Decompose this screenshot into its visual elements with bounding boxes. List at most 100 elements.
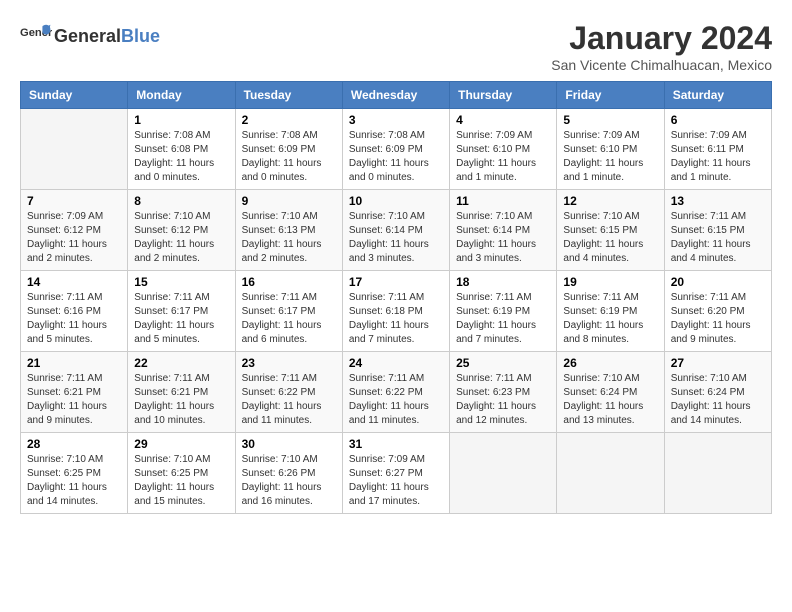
- day-number: 5: [563, 113, 657, 127]
- calendar-cell: 21Sunrise: 7:11 AMSunset: 6:21 PMDayligh…: [21, 352, 128, 433]
- calendar-body: 1 Sunrise: 7:08 AMSunset: 6:08 PMDaylight…: [21, 109, 772, 514]
- calendar-cell: 17 Sunrise: 7:11 AMSunset: 6:18 PMDayligh…: [342, 271, 449, 352]
- calendar-cell: 5 Sunrise: 7:09 AMSunset: 6:10 PMDaylight…: [557, 109, 664, 190]
- calendar-week-row: 21Sunrise: 7:11 AMSunset: 6:21 PMDayligh…: [21, 352, 772, 433]
- day-info: Sunrise: 7:11 AMSunset: 6:19 PMDaylight:…: [456, 291, 550, 347]
- day-number: 22: [134, 356, 228, 370]
- calendar-cell: 24 Sunrise: 7:11 AMSunset: 6:22 PMDayligh…: [342, 352, 449, 433]
- calendar-week-row: 14 Sunrise: 7:11 AMSunset: 6:16 PMDayligh…: [21, 271, 772, 352]
- day-info: Sunrise: 7:10 AMSunset: 6:26 PMDaylight:…: [242, 453, 336, 509]
- calendar-cell: 2Sunrise: 7:08 AMSunset: 6:09 PMDaylight…: [235, 109, 342, 190]
- day-number: 27: [671, 356, 765, 370]
- day-number: 3: [349, 113, 443, 127]
- day-info: Sunrise: 7:10 AMSunset: 6:14 PMDaylight:…: [456, 210, 550, 266]
- day-info: Sunrise: 7:08 AMSunset: 6:08 PMDaylight:…: [134, 129, 228, 185]
- day-info: Sunrise: 7:10 AMSunset: 6:25 PMDaylight:…: [27, 453, 121, 509]
- calendar-cell: [664, 433, 771, 514]
- day-number: 23: [242, 356, 336, 370]
- calendar-cell: [450, 433, 557, 514]
- day-info: Sunrise: 7:08 AMSunset: 6:09 PMDaylight:…: [242, 129, 336, 185]
- day-info: Sunrise: 7:11 AMSunset: 6:18 PMDaylight:…: [349, 291, 443, 347]
- month-year: January 2024: [551, 20, 772, 57]
- day-number: 17: [349, 275, 443, 289]
- calendar-cell: [21, 109, 128, 190]
- calendar-cell: 12 Sunrise: 7:10 AMSunset: 6:15 PMDayligh…: [557, 190, 664, 271]
- day-info: Sunrise: 7:10 AMSunset: 6:13 PMDaylight:…: [242, 210, 336, 266]
- calendar-cell: 3 Sunrise: 7:08 AMSunset: 6:09 PMDaylight…: [342, 109, 449, 190]
- day-info: Sunrise: 7:09 AMSunset: 6:27 PMDaylight:…: [349, 453, 443, 509]
- weekday-header-row: SundayMondayTuesdayWednesdayThursdayFrid…: [21, 82, 772, 109]
- calendar-cell: 30Sunrise: 7:10 AMSunset: 6:26 PMDayligh…: [235, 433, 342, 514]
- day-number: 31: [349, 437, 443, 451]
- day-number: 28: [27, 437, 121, 451]
- weekday-header-cell: Sunday: [21, 82, 128, 109]
- weekday-header-cell: Wednesday: [342, 82, 449, 109]
- calendar-cell: 23 Sunrise: 7:11 AMSunset: 6:22 PMDayligh…: [235, 352, 342, 433]
- day-number: 7: [27, 194, 121, 208]
- day-info: Sunrise: 7:11 AMSunset: 6:22 PMDaylight:…: [242, 372, 336, 428]
- logo-icon: General: [20, 20, 52, 52]
- calendar-cell: 15 Sunrise: 7:11 AMSunset: 6:17 PMDayligh…: [128, 271, 235, 352]
- calendar-cell: 27Sunrise: 7:10 AMSunset: 6:24 PMDayligh…: [664, 352, 771, 433]
- logo-general-text: General: [54, 26, 121, 46]
- day-number: 16: [242, 275, 336, 289]
- day-info: Sunrise: 7:09 AMSunset: 6:10 PMDaylight:…: [456, 129, 550, 185]
- weekday-header-cell: Thursday: [450, 82, 557, 109]
- day-number: 11: [456, 194, 550, 208]
- logo: General GeneralBlue: [20, 20, 160, 52]
- calendar-cell: 19 Sunrise: 7:11 AMSunset: 6:19 PMDayligh…: [557, 271, 664, 352]
- weekday-header-cell: Saturday: [664, 82, 771, 109]
- day-info: Sunrise: 7:11 AMSunset: 6:17 PMDaylight:…: [242, 291, 336, 347]
- calendar-cell: 8Sunrise: 7:10 AMSunset: 6:12 PMDaylight…: [128, 190, 235, 271]
- calendar-cell: 9 Sunrise: 7:10 AMSunset: 6:13 PMDaylight…: [235, 190, 342, 271]
- calendar-cell: 18Sunrise: 7:11 AMSunset: 6:19 PMDayligh…: [450, 271, 557, 352]
- calendar-week-row: 1 Sunrise: 7:08 AMSunset: 6:08 PMDaylight…: [21, 109, 772, 190]
- calendar-cell: 26Sunrise: 7:10 AMSunset: 6:24 PMDayligh…: [557, 352, 664, 433]
- day-number: 9: [242, 194, 336, 208]
- day-info: Sunrise: 7:11 AMSunset: 6:17 PMDaylight:…: [134, 291, 228, 347]
- logo-blue-text: Blue: [121, 26, 160, 46]
- weekday-header-cell: Friday: [557, 82, 664, 109]
- calendar-cell: 31 Sunrise: 7:09 AMSunset: 6:27 PMDayligh…: [342, 433, 449, 514]
- day-number: 1: [134, 113, 228, 127]
- day-number: 24: [349, 356, 443, 370]
- weekday-header-cell: Monday: [128, 82, 235, 109]
- calendar-week-row: 28 Sunrise: 7:10 AMSunset: 6:25 PMDayligh…: [21, 433, 772, 514]
- day-info: Sunrise: 7:11 AMSunset: 6:16 PMDaylight:…: [27, 291, 121, 347]
- day-info: Sunrise: 7:11 AMSunset: 6:22 PMDaylight:…: [349, 372, 443, 428]
- day-number: 15: [134, 275, 228, 289]
- day-number: 14: [27, 275, 121, 289]
- day-number: 6: [671, 113, 765, 127]
- calendar-cell: [557, 433, 664, 514]
- day-number: 13: [671, 194, 765, 208]
- day-info: Sunrise: 7:11 AMSunset: 6:20 PMDaylight:…: [671, 291, 765, 347]
- page-header: General GeneralBlue January 2024 San Vic…: [20, 20, 772, 73]
- title-section: January 2024 San Vicente Chimalhuacan, M…: [551, 20, 772, 73]
- calendar-cell: 10 Sunrise: 7:10 AMSunset: 6:14 PMDayligh…: [342, 190, 449, 271]
- day-info: Sunrise: 7:10 AMSunset: 6:15 PMDaylight:…: [563, 210, 657, 266]
- calendar-cell: 4Sunrise: 7:09 AMSunset: 6:10 PMDaylight…: [450, 109, 557, 190]
- day-info: Sunrise: 7:10 AMSunset: 6:24 PMDaylight:…: [563, 372, 657, 428]
- day-number: 10: [349, 194, 443, 208]
- day-number: 29: [134, 437, 228, 451]
- calendar-cell: 6Sunrise: 7:09 AMSunset: 6:11 PMDaylight…: [664, 109, 771, 190]
- calendar-cell: 14 Sunrise: 7:11 AMSunset: 6:16 PMDayligh…: [21, 271, 128, 352]
- calendar-week-row: 7 Sunrise: 7:09 AMSunset: 6:12 PMDaylight…: [21, 190, 772, 271]
- day-info: Sunrise: 7:08 AMSunset: 6:09 PMDaylight:…: [349, 129, 443, 185]
- weekday-header-cell: Tuesday: [235, 82, 342, 109]
- day-info: Sunrise: 7:11 AMSunset: 6:19 PMDaylight:…: [563, 291, 657, 347]
- day-info: Sunrise: 7:09 AMSunset: 6:10 PMDaylight:…: [563, 129, 657, 185]
- calendar-cell: 29Sunrise: 7:10 AMSunset: 6:25 PMDayligh…: [128, 433, 235, 514]
- day-number: 12: [563, 194, 657, 208]
- calendar-cell: 7 Sunrise: 7:09 AMSunset: 6:12 PMDaylight…: [21, 190, 128, 271]
- day-number: 19: [563, 275, 657, 289]
- calendar-cell: 13Sunrise: 7:11 AMSunset: 6:15 PMDayligh…: [664, 190, 771, 271]
- day-info: Sunrise: 7:11 AMSunset: 6:21 PMDaylight:…: [134, 372, 228, 428]
- day-info: Sunrise: 7:10 AMSunset: 6:14 PMDaylight:…: [349, 210, 443, 266]
- day-number: 25: [456, 356, 550, 370]
- day-info: Sunrise: 7:09 AMSunset: 6:12 PMDaylight:…: [27, 210, 121, 266]
- calendar-cell: 20Sunrise: 7:11 AMSunset: 6:20 PMDayligh…: [664, 271, 771, 352]
- calendar-cell: 11 Sunrise: 7:10 AMSunset: 6:14 PMDayligh…: [450, 190, 557, 271]
- day-info: Sunrise: 7:10 AMSunset: 6:12 PMDaylight:…: [134, 210, 228, 266]
- calendar-table: SundayMondayTuesdayWednesdayThursdayFrid…: [20, 81, 772, 514]
